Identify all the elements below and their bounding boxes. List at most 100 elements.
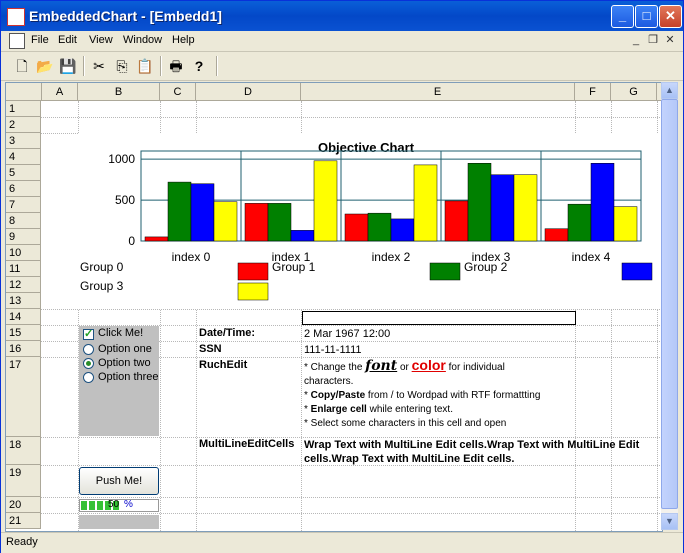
x-tick-label: index 0 xyxy=(172,250,211,264)
push-me-button[interactable]: Push Me! xyxy=(79,467,159,495)
column-header-c[interactable]: C xyxy=(160,83,196,101)
bar-group-1-1 xyxy=(267,203,292,242)
maximize-button[interactable]: □ xyxy=(635,5,658,28)
row-header-3[interactable]: 3 xyxy=(6,133,41,149)
row-header-18[interactable]: 18 xyxy=(6,437,41,465)
column-header-d[interactable]: D xyxy=(196,83,301,101)
legend-swatch-group-0 xyxy=(237,262,269,281)
bar-group-0-1 xyxy=(244,203,269,242)
row-header-5[interactable]: 5 xyxy=(6,165,41,181)
toolbar-separator xyxy=(160,56,162,76)
rich-text: for individual xyxy=(445,362,505,373)
bar-group-2-3 xyxy=(490,174,515,242)
multiline-cell[interactable]: Wrap Text with MultiLine Edit cells.Wrap… xyxy=(304,438,656,466)
row-header-14[interactable]: 14 xyxy=(6,309,41,325)
minimize-button[interactable]: _ xyxy=(611,5,634,28)
bar-group-3-2 xyxy=(413,164,438,242)
bar-group-0-4 xyxy=(544,228,569,242)
rich-line-3: * Enlarge cell while entering text. xyxy=(304,403,574,417)
document-icon[interactable] xyxy=(9,33,25,49)
bar-group-3-1 xyxy=(313,160,338,242)
bar-group-1-4 xyxy=(567,203,592,242)
row-header-1[interactable]: 1 xyxy=(6,101,41,117)
row-header-15[interactable]: 15 xyxy=(6,325,41,341)
column-header-g[interactable]: G xyxy=(611,83,657,101)
row-header-6[interactable]: 6 xyxy=(6,181,41,197)
datetime-value[interactable]: 2 Mar 1967 12:00 xyxy=(304,328,390,340)
text-cell-e14[interactable] xyxy=(302,311,576,325)
ssn-value[interactable]: 111-11-1111 xyxy=(304,344,362,356)
scroll-thumb[interactable] xyxy=(661,99,678,509)
close-button[interactable]: ✕ xyxy=(659,5,682,28)
column-header-f[interactable]: F xyxy=(575,83,611,101)
mdi-minimize-button[interactable]: _ xyxy=(629,34,643,47)
chart-title: Objective Chart xyxy=(318,140,415,155)
richedit-label: RuchEdit xyxy=(199,359,248,371)
row-header-8[interactable]: 8 xyxy=(6,213,41,229)
embedded-chart[interactable]: Objective Chart 05001000 index 0 index 1i… xyxy=(78,133,662,309)
row-header-4[interactable]: 4 xyxy=(6,149,41,165)
row-header-12[interactable]: 12 xyxy=(6,277,41,293)
rich-font-word: font xyxy=(365,358,398,374)
column-header-a[interactable]: A xyxy=(42,83,78,101)
mdi-restore-button[interactable]: ❐ xyxy=(646,34,660,47)
scroll-down-button[interactable]: ▼ xyxy=(661,513,678,530)
bar-group-3-3 xyxy=(513,174,538,242)
gray-cell-b21[interactable] xyxy=(79,515,159,529)
radio-label-three: Option three xyxy=(98,371,159,383)
column-header-b[interactable]: B xyxy=(78,83,160,101)
legend-swatch-group-1 xyxy=(429,262,461,281)
paste-icon[interactable]: 📋 xyxy=(136,57,154,75)
open-folder-icon[interactable]: 📂 xyxy=(36,57,54,75)
radio-option-three[interactable] xyxy=(83,372,94,383)
scroll-up-button[interactable]: ▲ xyxy=(661,82,678,99)
row-header-10[interactable]: 10 xyxy=(6,245,41,261)
radio-label-two: Option two xyxy=(98,357,151,369)
bar-group-0-3 xyxy=(444,200,469,242)
corner-header[interactable] xyxy=(6,83,42,101)
save-icon[interactable]: 💾 xyxy=(59,57,77,75)
legend-label-1: Group 1 xyxy=(272,260,316,274)
row-header-21[interactable]: 21 xyxy=(6,513,41,529)
multiline-line: Wrap Text with MultiLine Edit cells.Wrap… xyxy=(304,439,640,451)
menu-view[interactable]: View xyxy=(89,34,113,46)
copy-icon[interactable]: ⎘ xyxy=(113,57,131,75)
print-icon[interactable]: 🖶 xyxy=(167,57,185,75)
bar-group-1-3 xyxy=(467,163,492,242)
richedit-cell[interactable]: * Change the font or color for individua… xyxy=(304,358,574,431)
help-icon[interactable]: ? xyxy=(190,57,208,75)
menu-edit[interactable]: Edit xyxy=(58,34,77,46)
row-header-20[interactable]: 20 xyxy=(6,497,41,513)
bar-group-2-4 xyxy=(590,163,615,242)
row-header-13[interactable]: 13 xyxy=(6,293,41,309)
column-header-e[interactable]: E xyxy=(301,83,575,101)
row-header-19[interactable]: 19 xyxy=(6,465,41,497)
vertical-scrollbar[interactable]: ▲ ▼ xyxy=(661,82,678,530)
spreadsheet-grid[interactable]: A B C D E F G 1 2 3 4 5 6 7 8 9 10 11 12… xyxy=(5,82,663,532)
menu-help[interactable]: Help xyxy=(172,34,195,46)
click-me-checkbox[interactable]: ✓ xyxy=(83,328,94,340)
mdi-close-button[interactable]: ✕ xyxy=(663,34,677,47)
radio-option-one[interactable] xyxy=(83,344,94,355)
progress-bar: 50 % xyxy=(79,499,159,512)
radio-option-two[interactable] xyxy=(83,358,94,369)
grid-line xyxy=(41,117,662,118)
ssn-label: SSN xyxy=(199,343,222,355)
new-file-icon[interactable]: 🗋 xyxy=(13,57,31,75)
title-bar[interactable]: EmbeddedChart - [Embedd1] _ □ ✕ xyxy=(1,1,683,31)
bar-group-2-1 xyxy=(290,230,315,242)
row-header-11[interactable]: 11 xyxy=(6,261,41,277)
x-tick-label: index 2 xyxy=(372,250,411,264)
row-header-7[interactable]: 7 xyxy=(6,197,41,213)
row-header-16[interactable]: 16 xyxy=(6,341,41,357)
y-tick-label: 500 xyxy=(115,193,135,207)
row-header-17[interactable]: 17 xyxy=(6,357,41,437)
row-header-9[interactable]: 9 xyxy=(6,229,41,245)
menu-window[interactable]: Window xyxy=(123,34,162,46)
rich-line-1-cont: characters. xyxy=(304,376,354,387)
row-header-2[interactable]: 2 xyxy=(6,117,41,133)
progress-percent: % xyxy=(124,499,133,510)
bar-group-3-0 xyxy=(213,201,238,242)
cut-icon[interactable]: ✂ xyxy=(90,57,108,75)
menu-file[interactable]: File xyxy=(31,34,49,46)
